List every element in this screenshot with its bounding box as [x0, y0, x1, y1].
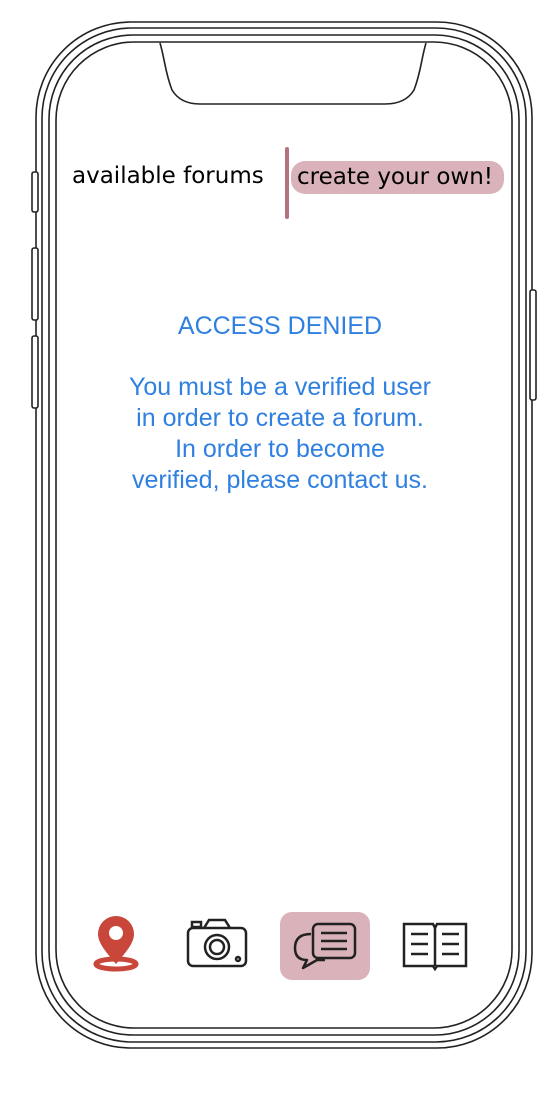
- nav-map-button[interactable]: [88, 912, 144, 976]
- nav-chat-button[interactable]: [280, 912, 370, 980]
- map-pin-icon: [93, 916, 139, 972]
- book-icon: [402, 922, 468, 972]
- nav-camera-button[interactable]: [182, 912, 252, 976]
- tab-available-forums[interactable]: available forums: [72, 163, 264, 189]
- nav-book-button[interactable]: [400, 914, 470, 974]
- camera-icon: [186, 918, 248, 968]
- tab-divider: [285, 147, 289, 219]
- chat-icon: [293, 922, 357, 970]
- tab-create-your-own[interactable]: create your own!: [291, 161, 504, 194]
- access-denied-message: You must be a verified user in order to …: [128, 373, 432, 494]
- access-denied-title: ACCESS DENIED: [177, 312, 383, 340]
